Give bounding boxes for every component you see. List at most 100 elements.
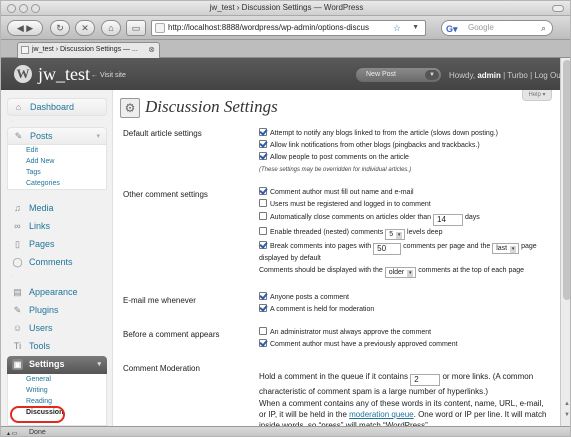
option-label: An administrator must always approve the… — [270, 329, 432, 336]
sidebar-item-tools[interactable]: Ti Tools — [7, 338, 107, 356]
checkbox[interactable] — [259, 304, 267, 312]
sidebar-item-dashboard[interactable]: ⌂ Dashboard — [7, 98, 107, 116]
user-link[interactable]: admin — [477, 71, 501, 80]
option-label: comments per page and the — [403, 243, 491, 250]
option-name-email[interactable]: Comment author must fill out name and e-… — [259, 187, 414, 198]
admin-sidebar: ⌂ Dashboard · ✎ Posts ▾ Edit Add New Tag… — [1, 90, 113, 426]
moderation-queue-link[interactable]: moderation queue — [349, 410, 414, 419]
user-greeting: Howdy, admin | Turbo | Log Out — [449, 71, 563, 80]
checkbox[interactable] — [259, 152, 267, 160]
checkbox[interactable] — [259, 241, 267, 249]
submenu-item-tags[interactable]: Tags — [8, 167, 106, 178]
option-threaded[interactable]: Enable threaded (nested) comments 5 ▾ lev… — [259, 227, 442, 240]
new-post-label: New Post — [366, 71, 396, 78]
search-input[interactable]: G▾ Google ⌕ — [441, 20, 553, 36]
section-label-before-appears: Before a comment appears — [123, 330, 220, 339]
stop-button[interactable]: ✕ — [75, 20, 95, 36]
checkbox[interactable] — [259, 199, 267, 207]
site-name[interactable]: jw_test — [38, 64, 90, 85]
tab-discussion-settings[interactable]: jw_test › Discussion Settings — ... ⊗ — [17, 42, 160, 58]
submenu-item-general[interactable]: General — [8, 374, 106, 385]
chevron-down-icon[interactable]: ▾ — [96, 128, 100, 145]
close-tab-icon[interactable]: ⊗ — [148, 43, 155, 57]
option-email-held[interactable]: A comment is held for moderation — [259, 304, 374, 315]
close-days-input[interactable]: 14 — [433, 214, 464, 226]
help-button[interactable]: Help ▾ — [522, 90, 552, 101]
comment-icon: ◯ — [12, 257, 23, 267]
sidebar-item-posts[interactable]: ✎ Posts ▾ — [7, 127, 107, 145]
sidebar-item-users[interactable]: ☺ Users — [7, 320, 107, 338]
wordpress-logo-icon: W — [14, 65, 32, 83]
moderation-links-text: Hold a comment in the queue if it contai… — [259, 371, 549, 397]
scrollbar-thumb[interactable] — [563, 60, 570, 300]
sidebar-item-comments[interactable]: ◯ Comments — [7, 254, 107, 272]
menu-separator: · — [11, 118, 14, 125]
google-icon[interactable]: G▾ — [446, 22, 458, 36]
chevron-down-icon[interactable]: ▼ — [425, 70, 439, 80]
checkbox[interactable] — [259, 292, 267, 300]
back-forward-buttons[interactable]: ◀ ▶ — [7, 20, 43, 36]
scroll-up-icon[interactable]: ▲ — [563, 401, 570, 407]
checkbox[interactable] — [259, 212, 267, 220]
option-link-notifications[interactable]: Allow link notifications from other blog… — [259, 140, 480, 151]
title-bar: jw_test › Discussion Settings — WordPres… — [1, 1, 570, 16]
sidebar-item-links[interactable]: ∞ Links — [7, 218, 107, 236]
checkbox[interactable] — [259, 327, 267, 335]
sidebar-item-label: Users — [29, 323, 53, 333]
users-icon: ☺ — [12, 323, 23, 333]
option-label: days — [464, 214, 480, 221]
sidebar-item-pages[interactable]: ▯ Pages — [7, 236, 107, 254]
submenu-item-edit[interactable]: Edit — [8, 145, 106, 156]
new-post-button[interactable]: New Post ▼ — [356, 68, 441, 82]
option-admin-approve[interactable]: An administrator must always approve the… — [259, 327, 431, 338]
toolbar-toggle-button[interactable] — [552, 5, 564, 12]
option-notify-blogs[interactable]: Attempt to notify any blogs linked to fr… — [259, 128, 498, 139]
home-button[interactable]: ⌂ — [101, 20, 121, 36]
comment-order-select[interactable]: older ▾ — [384, 267, 417, 278]
section-label-other-comment: Other comment settings — [123, 190, 208, 199]
option-allow-comments[interactable]: Allow people to post comments on the art… — [259, 152, 409, 163]
max-links-input[interactable]: 2 — [410, 374, 441, 386]
checkbox[interactable] — [259, 140, 267, 148]
chevron-down-icon[interactable]: ▾ — [97, 356, 101, 373]
submenu-item-categories[interactable]: Categories — [8, 178, 106, 189]
submenu-item-add-new[interactable]: Add New — [8, 156, 106, 167]
checkbox[interactable] — [259, 227, 267, 235]
section-label-email-me: E-mail me whenever — [123, 296, 196, 305]
sidebar-item-settings[interactable]: ▣ Settings ▾ — [7, 356, 107, 374]
checkbox[interactable] — [259, 187, 267, 195]
checkbox[interactable] — [259, 339, 267, 347]
bookmark-page-button[interactable]: ▭ — [126, 20, 146, 36]
settings-note: (These settings may be overridden for in… — [259, 167, 412, 173]
search-icon[interactable]: ⌕ — [541, 21, 546, 35]
tools-icon: Ti — [13, 341, 22, 351]
option-registered[interactable]: Users must be registered and logged in t… — [259, 199, 431, 210]
option-email-anyone-posts[interactable]: Anyone posts a comment — [259, 292, 349, 303]
star-icon[interactable]: ☆ — [393, 21, 401, 35]
header-links[interactable]: | Turbo | Log Out — [503, 71, 563, 80]
option-previously-approved[interactable]: Comment author must have a previously ap… — [259, 339, 458, 350]
forward-icon[interactable]: ▶ — [26, 23, 33, 33]
search-placeholder: Google — [468, 23, 494, 32]
chevron-down-icon: ▾ — [396, 232, 403, 239]
option-auto-close[interactable]: Automatically close comments on articles… — [259, 212, 480, 226]
submenu-item-writing[interactable]: Writing — [8, 385, 106, 396]
comments-per-page-input[interactable]: 50 — [373, 243, 402, 255]
sidebar-item-media[interactable]: ♫ Media — [7, 200, 107, 218]
main-content: Help ▾ ⚙ Discussion Settings Default art… — [113, 90, 560, 430]
sidebar-item-plugins[interactable]: ✎ Plugins — [7, 302, 107, 320]
option-break-pages[interactable]: Break comments into pages with 50 commen… — [259, 241, 537, 255]
sidebar-item-appearance[interactable]: ▤ Appearance — [7, 284, 107, 302]
reload-button[interactable]: ↻ — [50, 20, 70, 36]
checkbox[interactable] — [259, 128, 267, 136]
chevron-down-icon[interactable]: ▼ — [412, 21, 419, 35]
back-icon[interactable]: ◀ — [17, 23, 24, 33]
visit-site-link[interactable]: ← Visit site — [91, 72, 126, 79]
thread-depth-select[interactable]: 5 ▾ — [385, 229, 406, 240]
scroll-down-icon[interactable]: ▼ — [563, 412, 570, 418]
default-page-select[interactable]: last ▾ — [492, 243, 520, 254]
settings-icon: ▣ — [12, 359, 23, 370]
vertical-scrollbar[interactable]: ▲ ▼ — [560, 58, 570, 426]
address-bar[interactable]: http://localhost:8888/wordpress/wp-admin… — [151, 20, 426, 36]
sidebar-item-label: Dashboard — [30, 102, 75, 112]
